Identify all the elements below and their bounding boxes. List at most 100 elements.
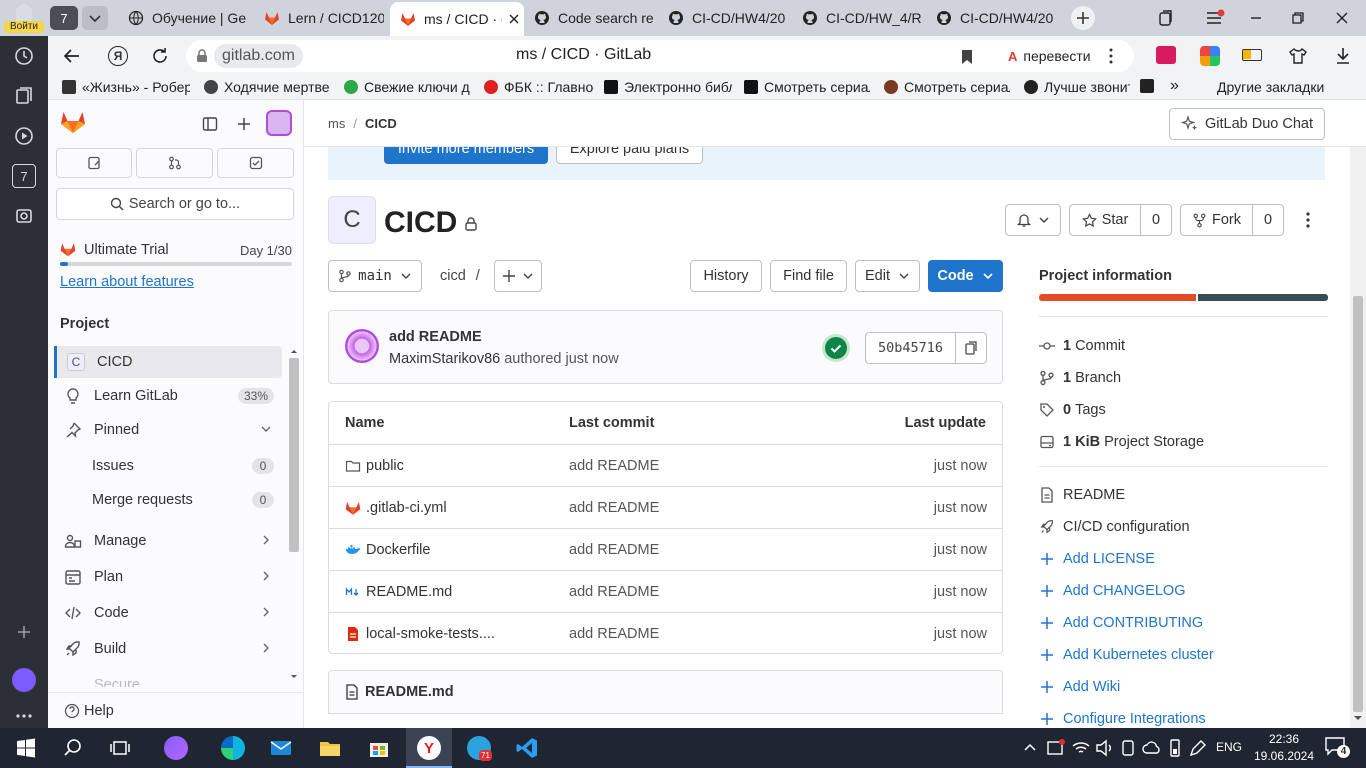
battery-icon[interactable] [1242,49,1262,61]
commit-author-link[interactable]: MaximStarikov86 [389,351,500,367]
merge-requests-shortcut-button[interactable] [136,148,213,178]
more-actions-icon[interactable] [1302,210,1314,230]
duo-chat-button[interactable]: GitLab Duo Chat [1169,108,1325,140]
tags-link[interactable]: 0 Tags [1039,402,1106,418]
device-icon[interactable] [1116,736,1140,760]
add-wiki-link[interactable]: Add Wiki [1039,679,1120,695]
sidebar-item-issues[interactable]: Issues 0 [54,450,282,482]
add-panel-icon[interactable] [12,620,36,644]
extension-icon[interactable] [1200,46,1220,66]
scrollbar-thumb[interactable] [1353,296,1363,712]
table-row[interactable]: public add README just now [329,444,1003,486]
star-button[interactable]: Star [1069,204,1141,236]
browser-tab-active[interactable]: ms / CICD · G [390,2,524,36]
file-name[interactable]: public [366,458,404,474]
close-window-icon[interactable] [1334,10,1350,26]
collections-icon[interactable] [1157,9,1175,27]
battery-icon[interactable] [1163,736,1187,760]
more-dots-icon[interactable] [12,704,36,728]
notifications-dropdown[interactable] [1005,204,1061,236]
browser-tab[interactable]: Code search re [534,4,656,32]
cloud-icon[interactable] [1140,736,1164,760]
yandex-logo-icon[interactable]: Я [108,46,128,66]
close-icon[interactable] [508,13,520,25]
yandex-browser-task[interactable]: Y [406,728,452,768]
sidebar-toggle-icon[interactable] [202,116,218,132]
add-changelog-link[interactable]: Add CHANGELOG [1039,583,1186,599]
fork-button[interactable]: Fork [1180,204,1253,236]
alice-assistant-icon[interactable] [12,668,36,692]
download-icon[interactable] [1334,46,1352,66]
file-explorer-icon[interactable] [318,736,342,760]
sidebar-item-manage[interactable]: Manage [54,525,282,557]
windows-start-icon[interactable] [14,736,38,760]
search-icon[interactable] [61,736,85,760]
copy-sha-button[interactable] [955,332,987,364]
tray-app-icon[interactable] [1044,736,1068,760]
more-vertical-icon[interactable] [1109,48,1113,64]
menu-icon[interactable] [1205,9,1225,27]
search-input[interactable]: Search or go to... [56,188,294,220]
task-view-icon[interactable] [108,736,132,760]
user-avatar[interactable] [266,110,292,136]
commit-sha[interactable]: 50b45716 [865,332,956,364]
pen-icon[interactable] [1186,736,1210,760]
storage-info[interactable]: 1 KiB Project Storage [1039,434,1204,450]
branch-selector[interactable]: main [328,260,422,292]
history-icon[interactable] [12,44,36,68]
sidebar-item-code[interactable]: Code [54,597,282,629]
star-count[interactable]: 0 [1140,204,1172,236]
back-arrow-icon[interactable] [62,47,82,65]
bookmark-item[interactable]: Лучше звонит [1024,79,1130,95]
reload-icon[interactable] [150,46,170,66]
clock[interactable]: 22:36 19.06.2024 [1252,731,1316,765]
add-kubernetes-link[interactable]: Add Kubernetes cluster [1039,647,1214,663]
readme-link[interactable]: README [1039,487,1125,503]
telegram-icon[interactable]: 71 [467,736,492,761]
file-last-commit[interactable]: add README [569,584,659,600]
bookmark-icon[interactable] [960,49,974,65]
fork-count[interactable]: 0 [1252,204,1284,236]
table-row[interactable]: local-smoke-tests.... add README just no… [329,612,1003,654]
profile-button[interactable]: Войти [4,2,44,34]
find-file-button[interactable]: Find file [770,260,847,292]
url-field[interactable]: gitlab.com ms / CICD · GitLab [186,40,1038,72]
play-icon[interactable] [12,124,36,148]
commits-link[interactable]: 1 Commit [1039,338,1125,354]
breadcrumb-group-link[interactable]: ms [328,116,345,131]
browser-tab[interactable]: Обучение | Ge [128,4,252,32]
breadcrumb-project-link[interactable]: CICD [365,116,397,131]
bookmark-item[interactable]: Электронно библ [604,79,732,95]
configure-integrations-link[interactable]: Configure Integrations [1039,711,1206,727]
file-last-commit[interactable]: add README [569,542,659,558]
sidebar-item-learn-gitlab[interactable]: Learn GitLab 33% [54,380,282,412]
wifi-icon[interactable] [1069,736,1093,760]
bookmark-item[interactable]: Ходячие мертвец [204,79,330,95]
add-to-tree-dropdown[interactable] [494,260,542,292]
minimize-icon[interactable] [1248,10,1264,26]
issues-shortcut-button[interactable] [56,148,132,178]
table-row[interactable]: .gitlab-ci.yml add README just now [329,486,1003,528]
chevron-up-icon[interactable] [1018,736,1042,760]
table-row[interactable]: README.md add README just now [329,570,1003,612]
code-dropdown[interactable]: Code [928,260,1003,292]
file-name[interactable]: README.md [366,584,452,600]
todos-shortcut-button[interactable] [217,148,294,178]
screenshot-icon[interactable] [12,204,36,228]
file-name[interactable]: local-smoke-tests.... [366,626,495,642]
pipeline-status-icon[interactable] [825,337,847,359]
sidebar-scrollbar[interactable] [288,346,300,686]
history-button[interactable]: History [690,260,762,292]
tab-count-badge[interactable]: 7 [12,164,36,188]
file-last-commit[interactable]: add README [569,458,659,474]
sidebar-item-merge-requests[interactable]: Merge requests 0 [54,484,282,516]
other-bookmarks-folder[interactable]: Другие закладки [1217,79,1347,95]
sidebar-item-build[interactable]: Build [54,633,282,665]
table-row[interactable]: Dockerfile add README just now [329,528,1003,570]
sidebar-item-pinned[interactable]: Pinned [54,414,282,446]
author-avatar[interactable] [345,329,379,363]
readme-card-title[interactable]: README.md [365,684,454,700]
trial-widget[interactable]: Ultimate Trial Day 1/30 Learn about feat… [60,240,292,296]
bookmark-item[interactable]: ФБК :: Главное [484,79,594,95]
shirt-extension-icon[interactable] [1288,46,1308,66]
